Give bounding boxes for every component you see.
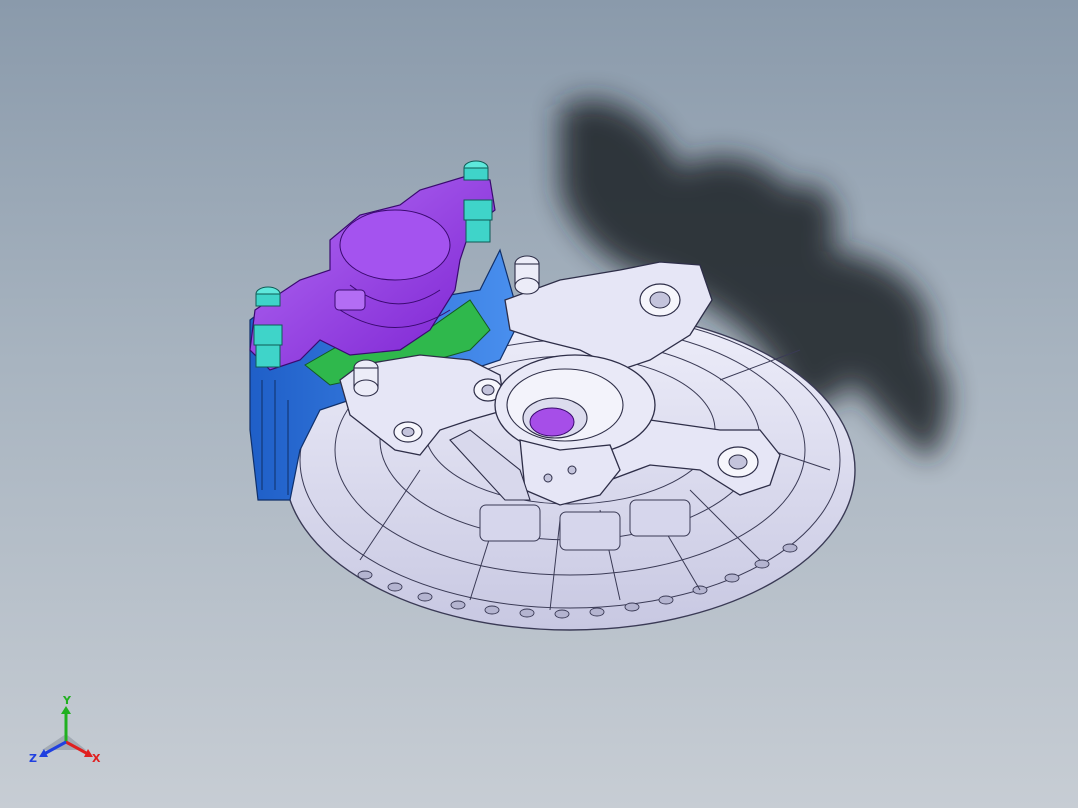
bolt-left (253, 286, 283, 368)
view-orientation-triad[interactable]: Y X Z (24, 692, 108, 776)
model-scene[interactable] (0, 0, 1078, 808)
graphics-viewport[interactable]: Y X Z (0, 0, 1078, 808)
hub-bore (529, 407, 575, 437)
y-axis-arrow-icon (61, 706, 71, 714)
bolt-top (463, 160, 493, 243)
y-axis-label: Y (62, 694, 72, 707)
x-axis-label: X (92, 752, 101, 765)
z-axis-label: Z (29, 752, 37, 765)
